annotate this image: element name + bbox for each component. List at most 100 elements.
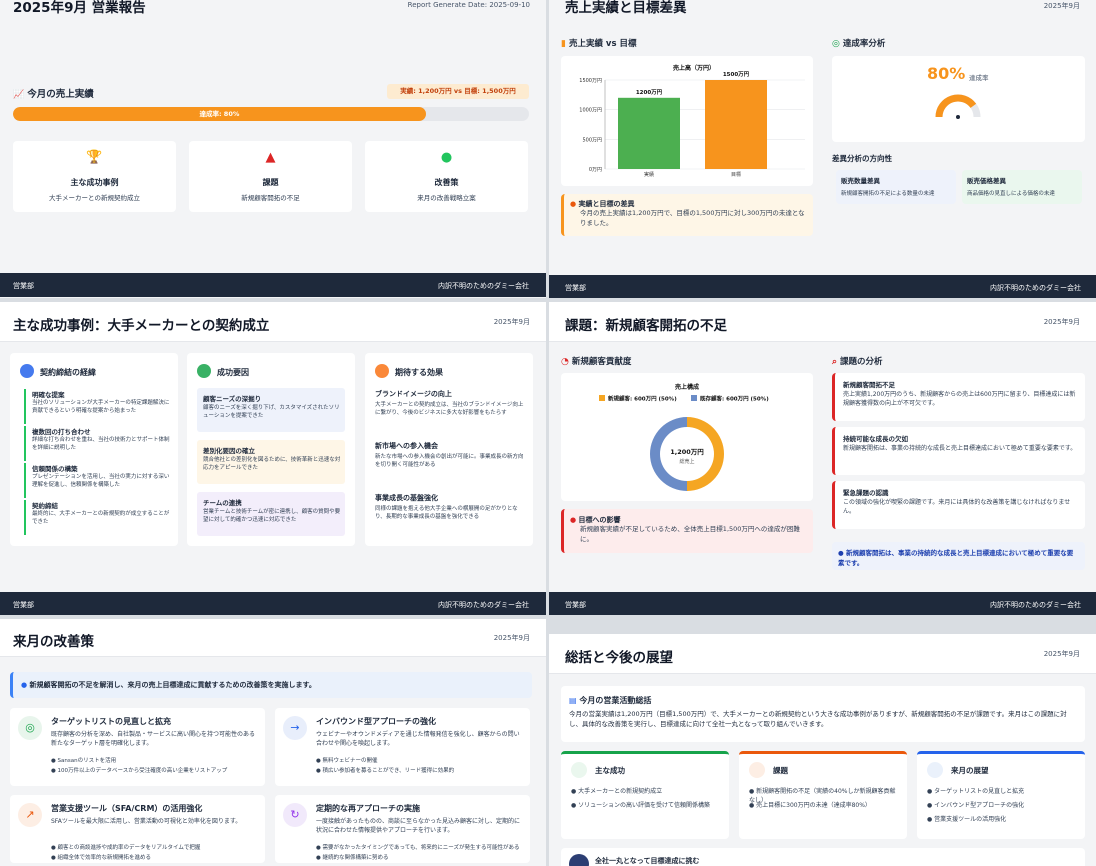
page-title: 来月の改善策 xyxy=(13,634,94,650)
team-icon xyxy=(569,854,589,866)
timeline-item-text: 詳細な打ち合わせを重ね、当社の技術力とサポート体制を詳細に説明した xyxy=(32,437,170,452)
footer-dept: 営業部 xyxy=(13,601,34,609)
summary-card: ▲ 課題 新規顧客開拓の不足 xyxy=(189,141,352,212)
summary-column: 来月の展望 ● ターゲットリストの見直しと拡充 ● インバウンド型アプローチの強化 ●… xyxy=(917,751,1085,839)
bar xyxy=(705,80,767,169)
effect-text: 大手メーカーとの契約成立は、当社のブランドイメージ向上に繋がり、今後のビジネスに… xyxy=(375,402,524,417)
card-title: 改善策 xyxy=(434,178,459,187)
card-title: 課題 xyxy=(262,178,279,187)
improvement-point: ● 100万件以上のデータベースから受注確度の高い企業をリストアップ xyxy=(51,768,228,774)
effect-text: 同様の課題を抱える他大手企業への横展開の足がかりとなり、長期的な事業成長の基盤を… xyxy=(375,506,518,521)
inbound-icon: → xyxy=(283,716,307,740)
card-title: 主な成功事例 xyxy=(70,178,119,187)
footer: 営業部 内訳不明のためのダミー会社 xyxy=(0,592,546,615)
footer-company: 内訳不明のためのダミー会社 xyxy=(438,282,529,290)
improvement-text: ウェビナーやオウンドメディアを通じた情報発信を強化し、顧客からの問い合わせや関心… xyxy=(316,731,520,747)
improvement-point: ● Sansanのリストを活用 xyxy=(51,758,117,764)
direction-item-text: 新規顧客開拓の不足による数量の未達 xyxy=(841,191,935,197)
improvement-title: インバウンド型アプローチの強化 xyxy=(316,717,436,726)
column-title: 契約締結の経緯 xyxy=(40,368,96,377)
report-date: Report Generate Date: 2025-09-10 xyxy=(407,1,530,9)
note-text: ● 新規顧客開拓は、事業の持続的な成長と売上目標達成において極めて重要な要素です… xyxy=(838,549,1074,567)
handshake-icon xyxy=(20,364,34,378)
chart-line-icon: 📈 xyxy=(13,90,25,100)
analysis-note: ● 新規顧客開拓は、事業の持続的な成長と売上目標達成において極めて重要な要素です… xyxy=(832,542,1085,570)
chart-section-title: ▮ 売上実績 vs 目標 xyxy=(561,39,637,49)
summary-card: ▤ 今月の営業活動総括 今月の営業実績は1,200万円（目標1,500万円）で、… xyxy=(561,686,1085,742)
improvement-point: ● 組織全体で効率的な新規開拓を進める xyxy=(51,855,152,861)
column-title: 主な成功 xyxy=(595,766,625,775)
column-card: 契約締結の経緯 明確な提案 当社のソリューションが大手メーカーの特定課題解決に貢献で… xyxy=(10,353,178,546)
slide-sales-report[interactable]: 2025年9月 営業報告 Report Generate Date: 2025-… xyxy=(0,0,546,298)
improvement-card: → インバウンド型アプローチの強化ウェビナーやオウンドメディアを通じた情報発信を強… xyxy=(275,708,530,786)
timeline-item-title: 信頼関係の構築 xyxy=(32,465,78,473)
summary-card: ● 改善策 来月の改善戦略立案 xyxy=(365,141,528,212)
bottom-text: 全社一丸となって目標達成に挑む xyxy=(595,857,700,865)
effect-title: 新市場への参入機会 xyxy=(375,442,438,450)
bar-data-label: 1200万円 xyxy=(636,89,663,96)
direction-item-title: 販売数量差異 xyxy=(841,177,880,185)
summary-title: ▤ 今月の営業活動総括 xyxy=(569,696,652,705)
rate-value: 80% xyxy=(927,64,966,83)
rate-card: 80% 達成率 xyxy=(832,56,1085,142)
improvement-banner: ● 新規顧客開拓の不足を解消し、来月の売上目標達成に貢献するための改善策を実施し… xyxy=(10,672,532,698)
donut-center-value: 1,200万円 xyxy=(670,448,704,456)
factor-title: 顧客ニーズの深掘り xyxy=(203,395,262,403)
footer-company: 内訳不明のためのダミー会社 xyxy=(990,601,1081,609)
direction-item-text: 商品価格の見直しによる価格の未達 xyxy=(967,191,1055,197)
slide-improvements[interactable]: 来月の改善策 2025年9月 ● 新規顧客開拓の不足を解消し、来月の売上目標達成… xyxy=(0,619,546,866)
factor-text: 競合他社との差別化を図るために、技術革新と迅速な対応力をアピールできた xyxy=(203,457,341,472)
summary-text: 今月の営業実績は1,200万円（目標1,500万円）で、大手メーカーとの新規契約… xyxy=(569,710,1067,728)
page-title: 総括と今後の展望 xyxy=(565,650,673,666)
document-icon: ▤ xyxy=(569,696,577,705)
contribution-title: ◔ 新規顧客貢献度 xyxy=(561,357,632,367)
y-tick-label: 1000万円 xyxy=(579,108,602,114)
effect-title: ブランドイメージの向上 xyxy=(375,390,452,398)
footer-dept: 営業部 xyxy=(13,282,34,290)
bar xyxy=(618,97,680,169)
direction-item: 販売価格差異 商品価格の見直しによる価格の未達 xyxy=(962,170,1082,204)
factor-text: 営業チームと技術チームが密に連携し、顧客の質問や要望に対して的確かつ迅速に対応で… xyxy=(203,509,341,524)
rocket-icon xyxy=(375,364,389,378)
bottom-banner: 全社一丸となって目標達成に挑む xyxy=(561,848,1085,866)
column-item: ● ソリューションの高い評価を受けて信頼関係構築 xyxy=(571,802,711,809)
timeline-item-text: 最終的に、大手メーカーとの新規契約が成立することができた xyxy=(32,511,170,526)
column-item: ● 大手メーカーとの新規契約成立 xyxy=(571,788,663,795)
target-icon: ◎ xyxy=(832,39,840,49)
footer: 営業部 内訳不明のためのダミー会社 xyxy=(549,275,1096,298)
factor-title: チームの連携 xyxy=(203,499,242,507)
analysis-title: ⌕ 課題の分析 xyxy=(832,357,883,367)
slides-grid: 2025年9月 営業報告 Report Generate Date: 2025-… xyxy=(0,0,1096,866)
timeline-item-title: 契約締結 xyxy=(32,502,58,510)
timeline-item-title: 複数回の打ち合わせ xyxy=(32,428,91,436)
section-title: 📈 今月の売上実績 xyxy=(13,89,94,100)
rate-label: 達成率 xyxy=(969,74,989,82)
improvement-card: ◎ ターゲットリストの見直しと拡充 既存顧客の分析を深め、自社製品・サービスに高い関… xyxy=(10,708,265,786)
slide-sales-vs-target[interactable]: 売上実績と目標差異 2025年9月 ▮ 売上実績 vs 目標 売上高（万円） 0万円… xyxy=(549,0,1096,298)
trophy-icon: 🏆 xyxy=(86,150,103,165)
y-tick-label: 1500万円 xyxy=(579,78,602,84)
slide-success-case[interactable]: 主な成功事例：大手メーカーとの契約成立 2025年9月 営業部 内訳不明のための… xyxy=(0,302,546,615)
page-title: 主な成功事例：大手メーカーとの契約成立 xyxy=(13,318,270,334)
column-icon xyxy=(749,762,765,778)
slide-header: 総括と今後の展望 2025年9月 xyxy=(549,634,1096,674)
factor-box: チームの連携営業チームと技術チームが密に連携し、顧客の質問や要望に対して的確かつ… xyxy=(197,492,345,536)
x-tick-label: 目標 xyxy=(731,171,741,178)
lightbulb-icon: ● xyxy=(440,150,453,165)
slide-date: 2025年9月 xyxy=(1043,650,1080,658)
card-text: 新規顧客開拓の不足 xyxy=(241,194,300,202)
info-icon: ● xyxy=(838,549,844,557)
factor-text: 顧客のニーズを深く掘り下げ、カスタマイズされたソリューションを提案できた xyxy=(203,405,340,420)
bar-chart-icon: ▮ xyxy=(561,39,566,49)
improvement-point: ● 継続的な関係構築に努める xyxy=(316,855,389,861)
column-item: ● 営業支援ツールの活用強化 xyxy=(927,816,1007,823)
slide-header: 来月の改善策 2025年9月 xyxy=(0,619,546,657)
effect-title: 事業成長の基盤強化 xyxy=(375,494,438,502)
bar-chart: 売上高（万円） 0万円 500万円 1000万円 1500万円 1200万円実績 1500万… xyxy=(579,64,805,178)
chart-title: 売上高（万円） xyxy=(672,64,715,72)
donut-chart: 売上構成新規顧客: 600万円 (50%) 既存顧客: 600万円 (50%) 1,… xyxy=(599,383,769,491)
banner-text: ● 新規顧客開拓の不足を解消し、来月の売上目標達成に貢献するための改善策を実施し… xyxy=(21,681,316,689)
slide-summary[interactable]: 総括と今後の展望 2025年9月 ▤ 今月の営業活動総括 今月の営業実績は1,2… xyxy=(549,634,1096,866)
impact-note: ● 目標への影響 新規顧客実績が不足しているため、全体売上目標1,500万円への… xyxy=(561,509,813,553)
slide-issue[interactable]: 課題：新規顧客開拓の不足 2025年9月 ◔ 新規顧客貢献度 売上構成 新規顧客: … xyxy=(549,302,1096,615)
